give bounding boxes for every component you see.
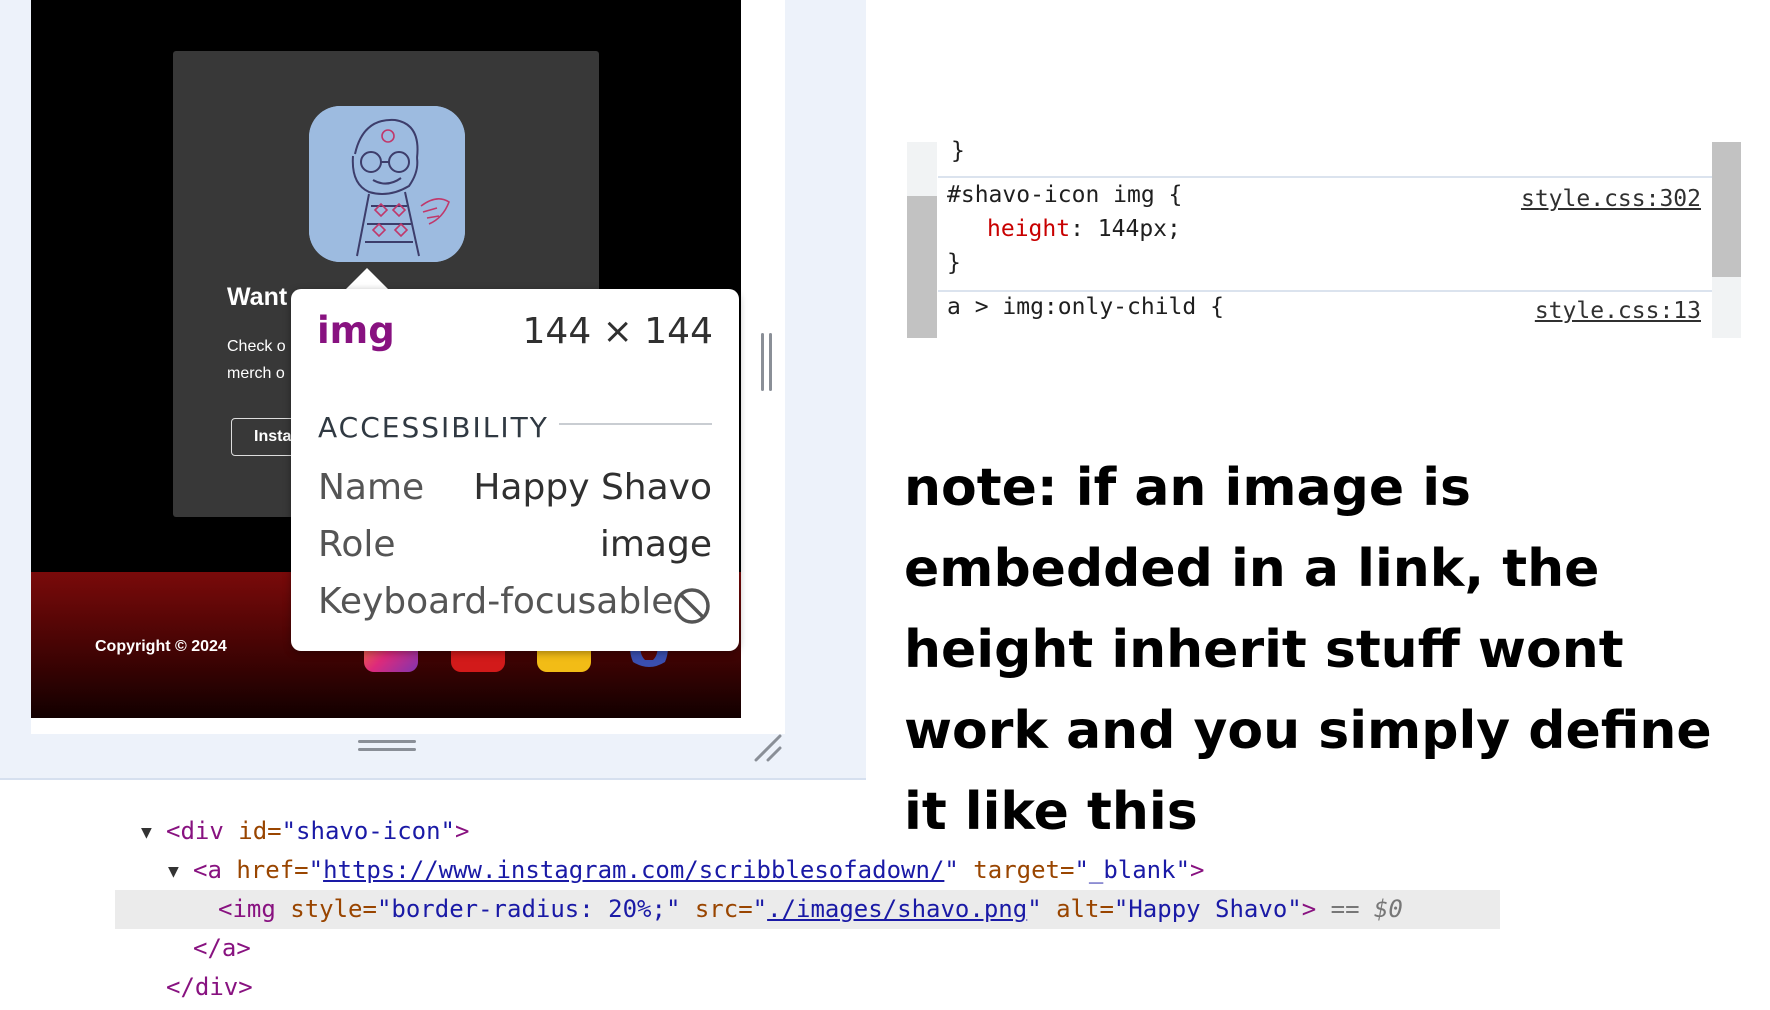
- annotation-note: note: if an image is embedded in a link,…: [904, 458, 1712, 842]
- tag-name: <a: [193, 856, 222, 884]
- styles-scrollbar-thumb[interactable]: [1712, 142, 1741, 277]
- tooltip-arrow: [345, 268, 389, 290]
- attr-name: id=: [223, 817, 282, 845]
- inspect-tooltip: img 144 × 144 ACCESSIBILITY Name Happy S…: [291, 289, 739, 651]
- attr-quote: ": [308, 856, 324, 884]
- styles-pane: } #shavo-icon img { style.css:302 height…: [907, 138, 1741, 338]
- gutter-highlight: [907, 196, 937, 338]
- tag-bracket: >: [1190, 856, 1205, 884]
- css-selector-shavo-icon[interactable]: #shavo-icon img {: [947, 182, 1182, 208]
- tag-bracket: >: [1301, 895, 1317, 923]
- shavo-drawing-icon: [309, 106, 465, 262]
- tooltip-label: Role: [318, 524, 396, 565]
- attr-name: target=: [958, 856, 1075, 884]
- tag-name: </div>: [166, 973, 253, 1001]
- dom-node-a[interactable]: <a href="https://www.instagram.com/scrib…: [193, 851, 1204, 890]
- dom-node-img-selected[interactable]: <img style="border-radius: 20%;" src="./…: [115, 890, 1500, 929]
- attr-quote: ": [1027, 895, 1042, 923]
- card-text: Check o merch o: [227, 338, 286, 382]
- shavo-image[interactable]: [309, 106, 465, 262]
- attr-name: href=: [221, 856, 309, 884]
- css-declaration-height[interactable]: height: 144px;: [987, 216, 1181, 242]
- src-link[interactable]: ./images/shavo.png: [767, 895, 1027, 923]
- attr-value: "shavo-icon": [281, 817, 455, 845]
- styles-scrollbar[interactable]: [1712, 142, 1741, 338]
- css-source-link[interactable]: style.css:302: [1521, 186, 1701, 212]
- tooltip-row-keyboard: Keyboard-focusable: [318, 581, 712, 622]
- resize-handle-vertical[interactable]: [761, 333, 773, 391]
- tooltip-value: Happy Shavo: [473, 467, 712, 508]
- copyright-text: Copyright © 2024: [95, 638, 227, 655]
- card-title: Want: [227, 283, 288, 311]
- resize-handle-horizontal[interactable]: [358, 740, 416, 752]
- elements-tree: ▼ <div id="shavo-icon"> ▼ <a href="https…: [0, 800, 1770, 1010]
- tooltip-value: image: [599, 524, 712, 565]
- css-property-name: height: [987, 216, 1071, 242]
- attr-name: style=: [275, 895, 377, 923]
- attr-value: "Happy Shavo": [1113, 895, 1302, 923]
- css-property-value: : 144px;: [1070, 216, 1181, 242]
- tag-name: <img: [218, 895, 276, 923]
- css-source-link[interactable]: style.css:13: [1535, 298, 1701, 324]
- tag-bracket: >: [454, 817, 470, 845]
- tooltip-divider: [559, 423, 712, 425]
- tooltip-row-role: Role image: [318, 524, 712, 565]
- css-selector-only-child[interactable]: a > img:only-child {: [947, 294, 1224, 320]
- rule-separator: [938, 176, 1712, 178]
- tooltip-label: Name: [318, 467, 425, 508]
- tooltip-dimensions: 144 × 144: [522, 311, 713, 352]
- css-closing-brace: }: [951, 138, 965, 164]
- css-rule-close: }: [947, 250, 961, 276]
- dom-node-a-close[interactable]: </a>: [193, 929, 251, 968]
- tooltip-row-name: Name Happy Shavo: [318, 467, 712, 508]
- expand-triangle-icon[interactable]: ▼: [168, 861, 179, 882]
- href-link[interactable]: https://www.instagram.com/scribblesofado…: [323, 856, 944, 884]
- tooltip-label: Keyboard-focusable: [318, 581, 674, 622]
- screenshot: Want Check o merch o Insta Copyright © 2…: [0, 0, 1770, 1010]
- attr-name: alt=: [1041, 895, 1114, 923]
- console-ref: $0: [1373, 895, 1403, 923]
- tooltip-section-title: ACCESSIBILITY: [318, 411, 549, 444]
- resize-corner-icon[interactable]: [752, 732, 782, 762]
- not-focusable-icon: [673, 587, 711, 625]
- rule-separator: [938, 290, 1712, 292]
- attr-value: "_blank": [1074, 856, 1191, 884]
- attr-quote: ": [752, 895, 768, 923]
- attr-value: "border-radius: 20%;": [376, 895, 681, 923]
- console-ref-eq: ==: [1316, 895, 1374, 923]
- dom-node-div-close[interactable]: </div>: [166, 968, 253, 1007]
- tag-name: </a>: [193, 934, 251, 962]
- dom-node-div[interactable]: <div id="shavo-icon">: [166, 812, 469, 851]
- expand-triangle-icon[interactable]: ▼: [141, 822, 152, 843]
- styles-gutter: [907, 142, 937, 338]
- tooltip-tag-name: img: [317, 309, 395, 352]
- attr-name: src=: [680, 895, 753, 923]
- tag-name: <div: [166, 817, 224, 845]
- attr-quote: ": [944, 856, 959, 884]
